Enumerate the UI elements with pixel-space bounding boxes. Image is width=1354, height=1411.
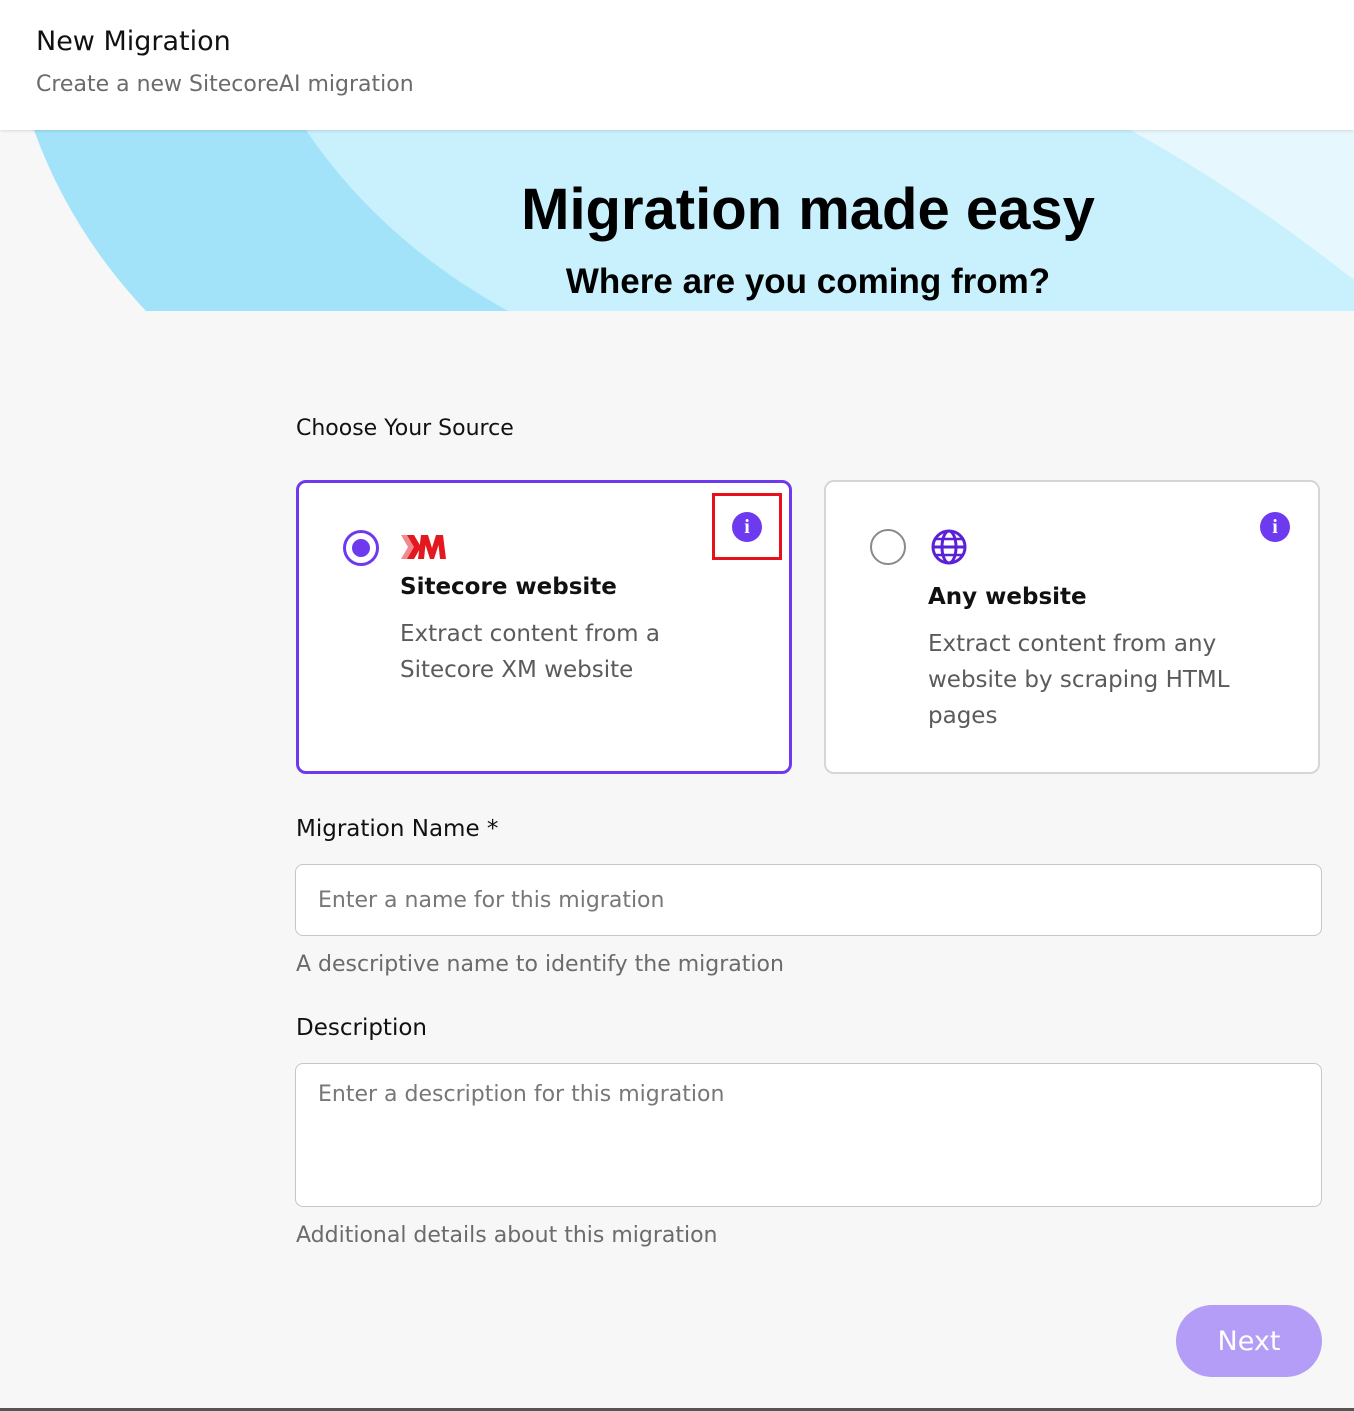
migration-name-input[interactable] <box>295 864 1322 936</box>
source-card-any-website[interactable]: Any website Extract content from any web… <box>824 480 1320 774</box>
info-icon[interactable]: i <box>1260 512 1290 542</box>
source-radio-any-website[interactable] <box>870 529 906 565</box>
description-helper: Additional details about this migration <box>296 1223 718 1248</box>
sitecore-xm-logo <box>401 535 446 559</box>
source-section-label: Choose Your Source <box>296 416 514 441</box>
source-radio-sitecore[interactable] <box>343 530 379 566</box>
description-textarea[interactable] <box>295 1063 1322 1207</box>
source-description-sitecore: Extract content from a Sitecore XM websi… <box>400 621 660 683</box>
source-description-any-website: Extract content from any website by scra… <box>928 631 1230 729</box>
page-title: New Migration <box>36 26 231 57</box>
source-title-any-website: Any website <box>928 584 1087 610</box>
source-title-sitecore: Sitecore website <box>400 574 617 600</box>
banner-subtitle: Where are you coming from? <box>565 262 1051 301</box>
migration-name-helper: A descriptive name to identify the migra… <box>296 952 784 977</box>
migration-name-label: Migration Name * <box>296 816 499 842</box>
description-label: Description <box>296 1015 427 1041</box>
globe-icon <box>931 529 967 565</box>
page-subtitle: Create a new SitecoreAI migration <box>36 72 414 97</box>
next-button[interactable]: Next <box>1176 1305 1322 1377</box>
hero-banner: Migration made easy Where are you coming… <box>0 130 1354 311</box>
banner-title: Migration made easy <box>521 177 1095 242</box>
page-header: New Migration Create a new SitecoreAI mi… <box>0 0 1354 130</box>
highlight-annotation <box>712 493 782 560</box>
